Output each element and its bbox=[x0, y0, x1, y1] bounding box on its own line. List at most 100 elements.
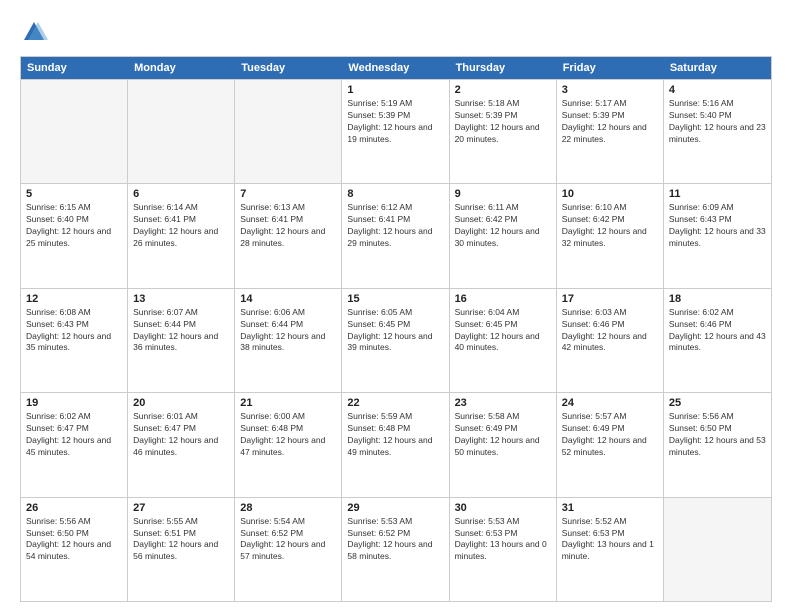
calendar-cell: 8 Sunrise: 6:12 AMSunset: 6:41 PMDaylight… bbox=[342, 184, 449, 287]
calendar-cell: 20 Sunrise: 6:01 AMSunset: 6:47 PMDayligh… bbox=[128, 393, 235, 496]
day-info: Sunrise: 6:00 AMSunset: 6:48 PMDaylight:… bbox=[240, 411, 336, 459]
day-info: Sunrise: 6:04 AMSunset: 6:45 PMDaylight:… bbox=[455, 307, 551, 355]
calendar-cell: 7 Sunrise: 6:13 AMSunset: 6:41 PMDaylight… bbox=[235, 184, 342, 287]
weekday-header: Thursday bbox=[450, 57, 557, 79]
weekday-header: Monday bbox=[128, 57, 235, 79]
calendar-row: 12 Sunrise: 6:08 AMSunset: 6:43 PMDayligh… bbox=[21, 288, 771, 392]
calendar-cell: 16 Sunrise: 6:04 AMSunset: 6:45 PMDayligh… bbox=[450, 289, 557, 392]
day-number: 17 bbox=[562, 293, 658, 305]
day-number: 13 bbox=[133, 293, 229, 305]
day-info: Sunrise: 5:58 AMSunset: 6:49 PMDaylight:… bbox=[455, 411, 551, 459]
day-info: Sunrise: 5:53 AMSunset: 6:52 PMDaylight:… bbox=[347, 516, 443, 564]
calendar-row: 26 Sunrise: 5:56 AMSunset: 6:50 PMDayligh… bbox=[21, 497, 771, 601]
day-number: 21 bbox=[240, 397, 336, 409]
day-number: 7 bbox=[240, 188, 336, 200]
day-number: 28 bbox=[240, 502, 336, 514]
day-info: Sunrise: 6:07 AMSunset: 6:44 PMDaylight:… bbox=[133, 307, 229, 355]
header bbox=[20, 18, 772, 46]
calendar-cell: 11 Sunrise: 6:09 AMSunset: 6:43 PMDayligh… bbox=[664, 184, 771, 287]
calendar-cell: 1Sunrise: 5:19 AMSunset: 5:39 PMDaylight… bbox=[342, 80, 449, 183]
calendar-cell: 13 Sunrise: 6:07 AMSunset: 6:44 PMDayligh… bbox=[128, 289, 235, 392]
calendar-cell: 26 Sunrise: 5:56 AMSunset: 6:50 PMDayligh… bbox=[21, 498, 128, 601]
day-number: 23 bbox=[455, 397, 551, 409]
calendar-cell: 21 Sunrise: 6:00 AMSunset: 6:48 PMDayligh… bbox=[235, 393, 342, 496]
calendar-cell bbox=[128, 80, 235, 183]
day-info: Sunrise: 6:11 AMSunset: 6:42 PMDaylight:… bbox=[455, 202, 551, 250]
day-info: Sunrise: 5:55 AMSunset: 6:51 PMDaylight:… bbox=[133, 516, 229, 564]
day-number: 31 bbox=[562, 502, 658, 514]
day-info: Sunrise: 5:53 AMSunset: 6:53 PMDaylight:… bbox=[455, 516, 551, 564]
calendar-cell: 12 Sunrise: 6:08 AMSunset: 6:43 PMDayligh… bbox=[21, 289, 128, 392]
weekday-header: Friday bbox=[557, 57, 664, 79]
logo bbox=[20, 18, 52, 46]
calendar-cell bbox=[664, 498, 771, 601]
day-number: 8 bbox=[347, 188, 443, 200]
weekday-header: Wednesday bbox=[342, 57, 449, 79]
day-number: 16 bbox=[455, 293, 551, 305]
weekday-header: Saturday bbox=[664, 57, 771, 79]
day-number: 6 bbox=[133, 188, 229, 200]
day-number: 10 bbox=[562, 188, 658, 200]
calendar-cell: 24Sunrise: 5:57 AMSunset: 6:49 PMDayligh… bbox=[557, 393, 664, 496]
day-info: Sunrise: 5:16 AMSunset: 5:40 PMDaylight:… bbox=[669, 98, 766, 146]
calendar-cell: 10 Sunrise: 6:10 AMSunset: 6:42 PMDayligh… bbox=[557, 184, 664, 287]
calendar-cell: 15 Sunrise: 6:05 AMSunset: 6:45 PMDayligh… bbox=[342, 289, 449, 392]
calendar-cell: 4Sunrise: 5:16 AMSunset: 5:40 PMDaylight… bbox=[664, 80, 771, 183]
day-number: 25 bbox=[669, 397, 766, 409]
day-info: Sunrise: 6:02 AMSunset: 6:46 PMDaylight:… bbox=[669, 307, 766, 355]
calendar-cell: 25 Sunrise: 5:56 AMSunset: 6:50 PMDayligh… bbox=[664, 393, 771, 496]
day-info: Sunrise: 6:05 AMSunset: 6:45 PMDaylight:… bbox=[347, 307, 443, 355]
day-info: Sunrise: 6:02 AMSunset: 6:47 PMDaylight:… bbox=[26, 411, 122, 459]
calendar-cell: 17 Sunrise: 6:03 AMSunset: 6:46 PMDayligh… bbox=[557, 289, 664, 392]
day-info: Sunrise: 6:12 AMSunset: 6:41 PMDaylight:… bbox=[347, 202, 443, 250]
calendar-body: 1Sunrise: 5:19 AMSunset: 5:39 PMDaylight… bbox=[21, 79, 771, 601]
day-number: 26 bbox=[26, 502, 122, 514]
day-info: Sunrise: 6:08 AMSunset: 6:43 PMDaylight:… bbox=[26, 307, 122, 355]
day-info: Sunrise: 6:09 AMSunset: 6:43 PMDaylight:… bbox=[669, 202, 766, 250]
day-number: 20 bbox=[133, 397, 229, 409]
calendar-cell: 30Sunrise: 5:53 AMSunset: 6:53 PMDayligh… bbox=[450, 498, 557, 601]
calendar-cell: 29 Sunrise: 5:53 AMSunset: 6:52 PMDayligh… bbox=[342, 498, 449, 601]
day-info: Sunrise: 6:15 AMSunset: 6:40 PMDaylight:… bbox=[26, 202, 122, 250]
day-info: Sunrise: 5:57 AMSunset: 6:49 PMDaylight:… bbox=[562, 411, 658, 459]
day-info: Sunrise: 6:10 AMSunset: 6:42 PMDaylight:… bbox=[562, 202, 658, 250]
calendar-header: SundayMondayTuesdayWednesdayThursdayFrid… bbox=[21, 57, 771, 79]
calendar-cell: 9Sunrise: 6:11 AMSunset: 6:42 PMDaylight… bbox=[450, 184, 557, 287]
calendar-cell bbox=[21, 80, 128, 183]
day-info: Sunrise: 6:03 AMSunset: 6:46 PMDaylight:… bbox=[562, 307, 658, 355]
day-number: 5 bbox=[26, 188, 122, 200]
calendar-cell: 14Sunrise: 6:06 AMSunset: 6:44 PMDayligh… bbox=[235, 289, 342, 392]
day-info: Sunrise: 5:52 AMSunset: 6:53 PMDaylight:… bbox=[562, 516, 658, 564]
calendar-cell: 23 Sunrise: 5:58 AMSunset: 6:49 PMDayligh… bbox=[450, 393, 557, 496]
day-number: 15 bbox=[347, 293, 443, 305]
calendar-cell: 19 Sunrise: 6:02 AMSunset: 6:47 PMDayligh… bbox=[21, 393, 128, 496]
calendar-cell: 3 Sunrise: 5:17 AMSunset: 5:39 PMDaylight… bbox=[557, 80, 664, 183]
calendar-row: 1Sunrise: 5:19 AMSunset: 5:39 PMDaylight… bbox=[21, 79, 771, 183]
day-number: 27 bbox=[133, 502, 229, 514]
day-info: Sunrise: 5:56 AMSunset: 6:50 PMDaylight:… bbox=[26, 516, 122, 564]
day-number: 1 bbox=[347, 84, 443, 96]
calendar-cell: 22 Sunrise: 5:59 AMSunset: 6:48 PMDayligh… bbox=[342, 393, 449, 496]
calendar-cell: 18Sunrise: 6:02 AMSunset: 6:46 PMDayligh… bbox=[664, 289, 771, 392]
logo-icon bbox=[20, 18, 48, 46]
calendar-cell: 2Sunrise: 5:18 AMSunset: 5:39 PMDaylight… bbox=[450, 80, 557, 183]
day-info: Sunrise: 6:13 AMSunset: 6:41 PMDaylight:… bbox=[240, 202, 336, 250]
weekday-header: Tuesday bbox=[235, 57, 342, 79]
day-info: Sunrise: 6:01 AMSunset: 6:47 PMDaylight:… bbox=[133, 411, 229, 459]
day-number: 3 bbox=[562, 84, 658, 96]
day-number: 22 bbox=[347, 397, 443, 409]
day-number: 19 bbox=[26, 397, 122, 409]
calendar: SundayMondayTuesdayWednesdayThursdayFrid… bbox=[20, 56, 772, 602]
day-number: 12 bbox=[26, 293, 122, 305]
calendar-row: 19 Sunrise: 6:02 AMSunset: 6:47 PMDayligh… bbox=[21, 392, 771, 496]
day-info: Sunrise: 5:59 AMSunset: 6:48 PMDaylight:… bbox=[347, 411, 443, 459]
day-info: Sunrise: 6:06 AMSunset: 6:44 PMDaylight:… bbox=[240, 307, 336, 355]
day-info: Sunrise: 5:56 AMSunset: 6:50 PMDaylight:… bbox=[669, 411, 766, 459]
day-number: 11 bbox=[669, 188, 766, 200]
calendar-cell: 27 Sunrise: 5:55 AMSunset: 6:51 PMDayligh… bbox=[128, 498, 235, 601]
day-info: Sunrise: 5:17 AMSunset: 5:39 PMDaylight:… bbox=[562, 98, 658, 146]
calendar-row: 5 Sunrise: 6:15 AMSunset: 6:40 PMDaylight… bbox=[21, 183, 771, 287]
day-number: 29 bbox=[347, 502, 443, 514]
calendar-cell: 28Sunrise: 5:54 AMSunset: 6:52 PMDayligh… bbox=[235, 498, 342, 601]
calendar-cell: 5 Sunrise: 6:15 AMSunset: 6:40 PMDaylight… bbox=[21, 184, 128, 287]
